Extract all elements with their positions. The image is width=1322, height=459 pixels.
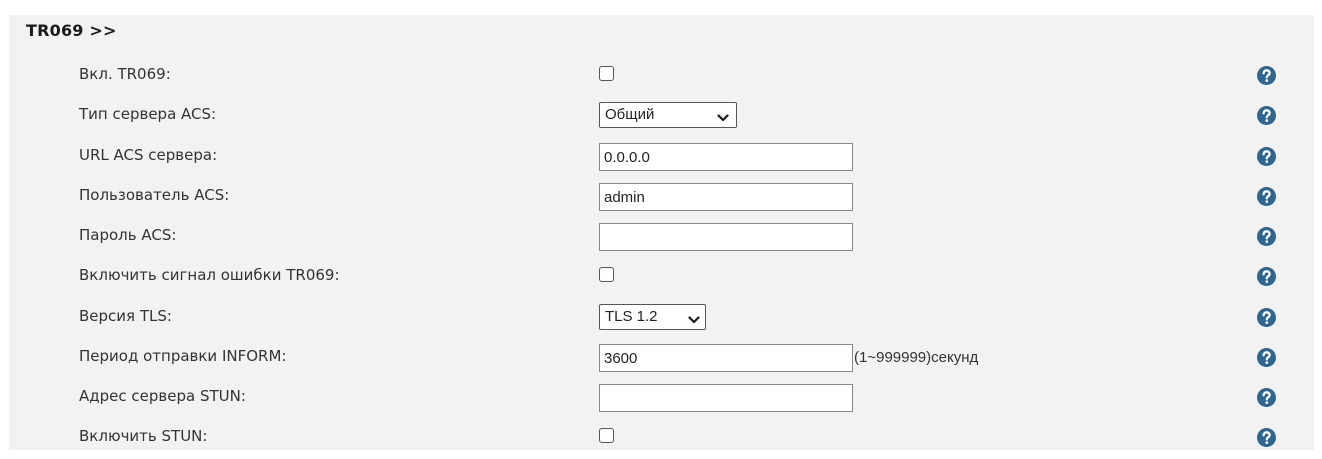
enable-tr069-checkbox[interactable] xyxy=(599,66,614,81)
acs-url-label: URL ACS сервера: xyxy=(79,146,218,164)
section-title: TR069 >> xyxy=(26,21,117,40)
stun-server-input[interactable] xyxy=(599,384,853,412)
row-acs-password: Пароль ACS: xyxy=(9,218,1314,258)
help-icon[interactable] xyxy=(1257,348,1276,367)
tr069-error-signal-label: Включить сигнал ошибки TR069: xyxy=(79,266,340,284)
tls-version-value: TLS 1.2 xyxy=(605,308,658,325)
acs-password-label: Пароль ACS: xyxy=(79,226,177,244)
row-tr069-error-signal: Включить сигнал ошибки TR069: xyxy=(9,258,1314,298)
acs-user-label: Пользователь ACS: xyxy=(79,186,230,204)
row-stun-server: Адрес сервера STUN: xyxy=(9,379,1314,419)
tls-version-label: Версия TLS: xyxy=(79,307,172,325)
inform-period-input[interactable] xyxy=(599,344,853,372)
row-acs-url: URL ACS сервера: xyxy=(9,138,1314,178)
help-icon[interactable] xyxy=(1257,267,1276,286)
acs-password-input[interactable] xyxy=(599,223,853,251)
stun-server-label: Адрес сервера STUN: xyxy=(79,387,246,405)
row-acs-server-type: Тип сервера ACS: Общий xyxy=(9,97,1314,137)
help-icon[interactable] xyxy=(1257,227,1276,246)
help-icon[interactable] xyxy=(1257,187,1276,206)
acs-server-type-value: Общий xyxy=(605,106,655,123)
row-inform-period: Период отправки INFORM: (1~999999)секунд xyxy=(9,339,1314,379)
tls-version-select[interactable]: TLS 1.2 xyxy=(599,304,706,330)
row-enable-stun: Включить STUN: xyxy=(9,419,1314,459)
tr069-error-signal-checkbox[interactable] xyxy=(599,267,614,282)
enable-tr069-label: Вкл. TR069: xyxy=(79,65,171,83)
chevron-down-icon xyxy=(688,312,700,324)
help-icon[interactable] xyxy=(1257,147,1276,166)
row-enable-tr069: Вкл. TR069: xyxy=(9,57,1314,97)
acs-url-input[interactable] xyxy=(599,143,853,171)
help-icon[interactable] xyxy=(1257,66,1276,85)
enable-stun-label: Включить STUN: xyxy=(79,427,208,445)
acs-server-type-label: Тип сервера ACS: xyxy=(79,105,217,123)
help-icon[interactable] xyxy=(1257,428,1276,447)
tr069-panel: TR069 >> Вкл. TR069: Тип сервера ACS: Об… xyxy=(9,15,1314,450)
row-acs-user: Пользователь ACS: xyxy=(9,178,1314,218)
enable-stun-checkbox[interactable] xyxy=(599,428,614,443)
chevron-down-icon xyxy=(717,110,729,122)
inform-period-label: Период отправки INFORM: xyxy=(79,347,287,365)
inform-period-unit: (1~999999)секунд xyxy=(854,349,979,366)
help-icon[interactable] xyxy=(1257,308,1276,327)
help-icon[interactable] xyxy=(1257,388,1276,407)
acs-user-input[interactable] xyxy=(599,183,853,211)
acs-server-type-select[interactable]: Общий xyxy=(599,102,737,128)
row-tls-version: Версия TLS: TLS 1.2 xyxy=(9,299,1314,339)
help-icon[interactable] xyxy=(1257,106,1276,125)
